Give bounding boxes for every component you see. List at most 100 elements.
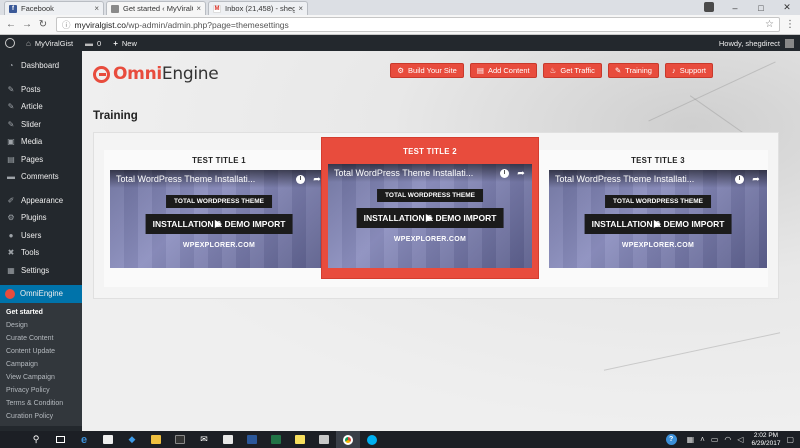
close-icon[interactable]: × — [196, 4, 201, 13]
submenu-view-campaign[interactable]: View Campaign — [0, 371, 82, 384]
support-button[interactable]: ♪ Support — [664, 63, 713, 78]
sidebar-item-label: Users — [21, 230, 42, 240]
video-thumbnail[interactable]: Total WordPress Theme Installati... ➦ TO… — [110, 170, 328, 268]
sidebar-item-label: Tools — [21, 248, 40, 258]
maximize-icon[interactable]: □ — [748, 0, 774, 15]
sidebar-item-plugins[interactable]: ⚙ Plugins — [0, 209, 82, 227]
reload-icon[interactable]: ↻ — [36, 18, 50, 32]
sidebar-item-slider[interactable]: ✎ Slider — [0, 116, 82, 134]
sidebar-item-article[interactable]: ✎ Article — [0, 98, 82, 116]
edge-button[interactable]: e — [72, 431, 96, 448]
forward-icon[interactable]: → — [20, 18, 34, 32]
video-title[interactable]: Total WordPress Theme Installati... — [555, 174, 727, 184]
browser-tab-facebook[interactable]: f Facebook × — [4, 1, 104, 15]
video-title[interactable]: Total WordPress Theme Installati... — [116, 174, 288, 184]
training-card-1[interactable]: TEST TITLE 1 Total WordPress Theme Insta… — [110, 150, 328, 268]
sidebar-item-label: Media — [21, 137, 43, 147]
notifications-icon[interactable]: ▢ — [786, 435, 794, 444]
mail-button[interactable]: ✉ — [192, 431, 216, 448]
amazon-button[interactable] — [168, 431, 192, 448]
browser-tab-get-started[interactable]: Get started ‹ MyViralGist × — [106, 1, 206, 15]
omniengine-submenu: Get started Design Curate Content Conten… — [0, 302, 82, 426]
start-button[interactable] — [0, 431, 24, 448]
sidebar-item-pages[interactable]: ▤ Pages — [0, 151, 82, 169]
sidebar-item-tools[interactable]: ✖ Tools — [0, 244, 82, 262]
dropbox-button[interactable]: ◆ — [120, 431, 144, 448]
submenu-content-update[interactable]: Content Update — [0, 345, 82, 358]
play-icon[interactable] — [425, 214, 433, 222]
windows-icon — [7, 435, 17, 444]
submenu-curation-policy[interactable]: Curation Policy — [0, 410, 82, 423]
star-icon[interactable]: ☆ — [765, 19, 774, 30]
submenu-design[interactable]: Design — [0, 319, 82, 332]
dashboard-icon: ◔ — [8, 61, 14, 71]
account-menu[interactable]: Howdy, shegdirect — [719, 38, 800, 48]
submenu-privacy-policy[interactable]: Privacy Policy — [0, 384, 82, 397]
plugins-icon: ⚙ — [7, 213, 15, 223]
expand-tray-icon[interactable]: ˄ — [700, 435, 705, 444]
video-title[interactable]: Total WordPress Theme Installati... — [334, 168, 492, 178]
close-window-icon[interactable]: ✕ — [774, 0, 800, 15]
share-icon[interactable]: ➦ — [751, 174, 761, 184]
get-traffic-button[interactable]: ♨ Get Traffic — [542, 63, 602, 78]
search-icon: ⚲ — [32, 434, 40, 444]
play-icon[interactable] — [653, 220, 661, 228]
sidebar-item-settings[interactable]: ▦ Settings — [0, 262, 82, 280]
watch-later-icon[interactable] — [295, 174, 305, 184]
task-view-button[interactable] — [48, 431, 72, 448]
training-card-3[interactable]: TEST TITLE 3 Total WordPress Theme Insta… — [549, 150, 767, 268]
store-button[interactable] — [96, 431, 120, 448]
profile-icon[interactable] — [704, 2, 714, 12]
sidebar-item-label: Posts — [21, 84, 41, 94]
notes-button[interactable] — [288, 431, 312, 448]
new-content-link[interactable]: + New — [107, 35, 143, 51]
file-explorer-button[interactable] — [144, 431, 168, 448]
watch-later-icon[interactable] — [734, 174, 744, 184]
network-icon[interactable]: ▦ — [687, 435, 695, 444]
skype-button[interactable] — [360, 431, 384, 448]
volume-icon[interactable]: ◁ — [737, 435, 743, 444]
word-button[interactable] — [240, 431, 264, 448]
minimize-icon[interactable]: – — [722, 0, 748, 15]
training-button[interactable]: ✎ Training — [607, 63, 659, 78]
watch-later-icon[interactable] — [499, 168, 509, 178]
photos-icon — [223, 435, 233, 444]
sidebar-item-comments[interactable]: ▬ Comments — [0, 168, 82, 186]
sidebar-item-posts[interactable]: ✎ Posts — [0, 81, 82, 99]
url-input[interactable]: ⓘ myviralgist.co /wp-admin/admin.php?pag… — [56, 17, 780, 32]
sidebar-item-omniengine[interactable]: OmniEngine — [0, 285, 82, 303]
wordpress-logo-icon[interactable] — [0, 35, 20, 51]
video-thumbnail[interactable]: Total WordPress Theme Installati... ➦ TO… — [328, 164, 532, 268]
button-label: Get Traffic — [560, 66, 595, 75]
close-icon[interactable]: × — [94, 4, 99, 13]
comments-link[interactable]: ▬ 0 — [79, 35, 107, 51]
system-clock[interactable]: 2:02 PM 6/29/2017 — [752, 432, 781, 447]
sidebar-item-media[interactable]: ▣ Media — [0, 133, 82, 151]
submenu-get-started[interactable]: Get started — [0, 306, 82, 319]
menu-icon[interactable]: ⋮ — [784, 19, 796, 30]
battery-icon[interactable]: ▭ — [711, 435, 719, 444]
sidebar-item-dashboard[interactable]: ◔ Dashboard — [0, 57, 82, 75]
help-icon[interactable]: ? — [665, 434, 677, 445]
add-content-button[interactable]: ▤ Add Content — [469, 63, 537, 78]
photos-button[interactable] — [216, 431, 240, 448]
sidebar-item-appearance[interactable]: ✐ Appearance — [0, 192, 82, 210]
sidebar-item-users[interactable]: ● Users — [0, 227, 82, 245]
wifi-icon[interactable]: ◠ — [724, 435, 731, 444]
chrome-button[interactable] — [336, 431, 360, 448]
play-icon[interactable] — [214, 220, 222, 228]
build-your-site-button[interactable]: ⚙ Build Your Site — [390, 63, 464, 78]
site-name-link[interactable]: ⌂ MyViralGist — [20, 35, 79, 51]
back-icon[interactable]: ← — [4, 18, 18, 32]
submenu-terms-condition[interactable]: Terms & Condition — [0, 397, 82, 410]
submenu-campaign[interactable]: Campaign — [0, 358, 82, 371]
video-thumbnail[interactable]: Total WordPress Theme Installati... ➦ TO… — [549, 170, 767, 268]
excel-button[interactable] — [264, 431, 288, 448]
search-button[interactable]: ⚲ — [24, 431, 48, 448]
share-icon[interactable]: ➦ — [516, 168, 526, 178]
submenu-curate-content[interactable]: Curate Content — [0, 332, 82, 345]
close-icon[interactable]: × — [298, 4, 303, 13]
browser-tab-gmail[interactable]: M Inbox (21,458) - shegdir × — [208, 1, 308, 15]
training-card-2[interactable]: TEST TITLE 2 Total WordPress Theme Insta… — [321, 137, 539, 279]
acrobat-button[interactable] — [312, 431, 336, 448]
